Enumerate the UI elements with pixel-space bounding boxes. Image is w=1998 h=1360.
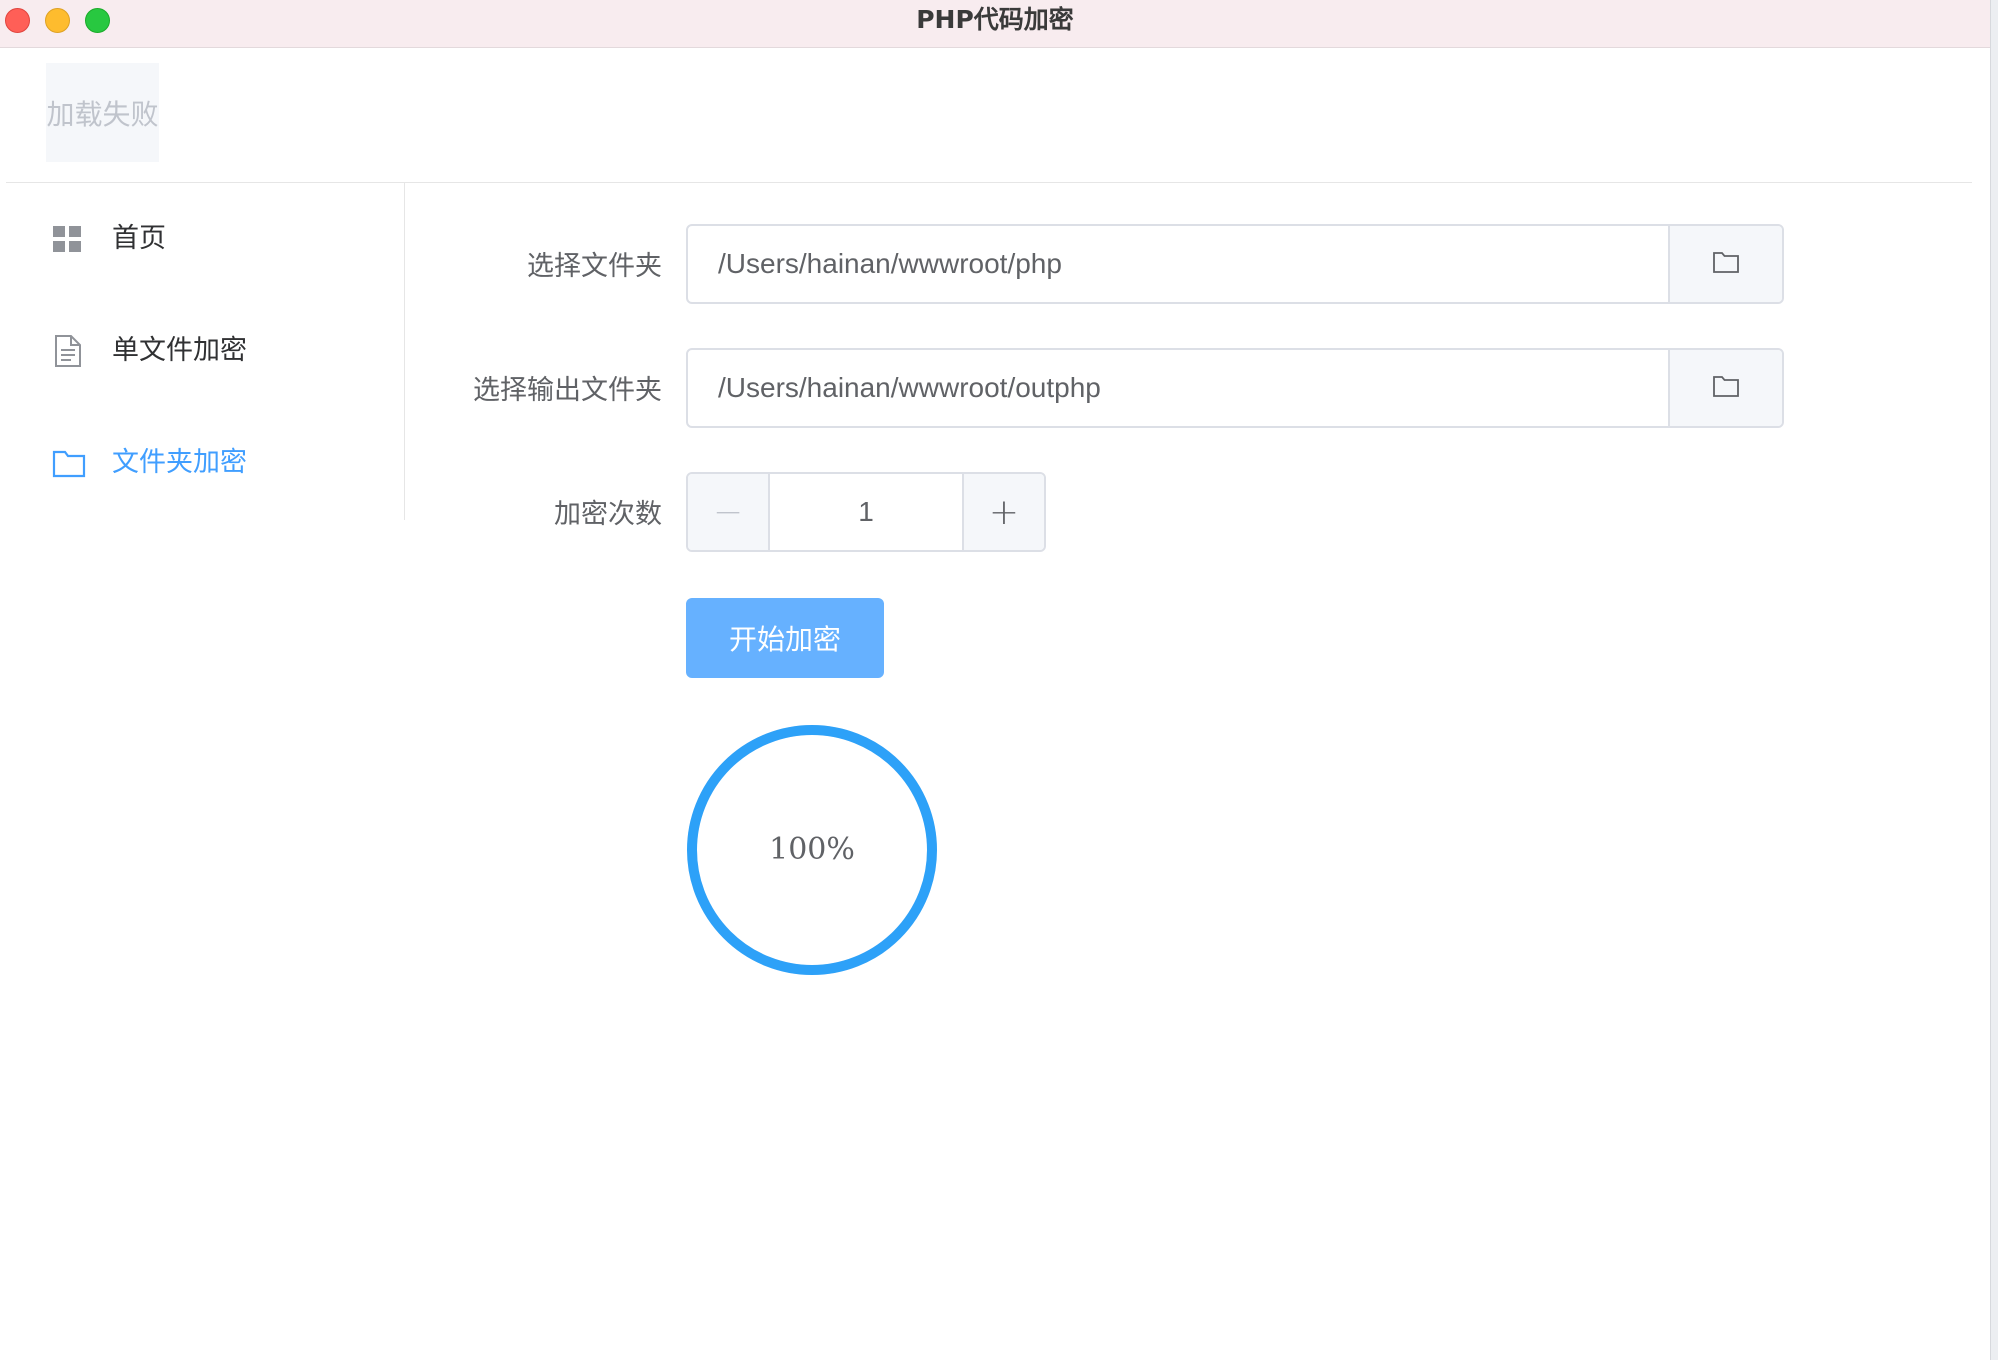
output-folder-field — [686, 348, 1784, 428]
start-encrypt-button[interactable]: 开始加密 — [686, 598, 884, 678]
output-folder-input[interactable] — [688, 350, 1668, 426]
browse-output-folder-button[interactable] — [1668, 350, 1782, 426]
logo-image-placeholder: 加载失败 — [46, 63, 159, 162]
folder-icon — [1712, 250, 1740, 278]
grid-icon — [52, 223, 84, 255]
encrypt-count-label: 加密次数 — [554, 499, 662, 530]
sidebar-item-folder[interactable]: 文件夹加密 — [6, 407, 404, 519]
sidebar-item-label: 首页 — [112, 223, 166, 254]
sidebar-item-label: 单文件加密 — [112, 335, 247, 366]
folder-icon — [1712, 374, 1740, 402]
progress-percentage: 100% — [769, 832, 855, 867]
source-folder-field — [686, 224, 1784, 304]
app-window: PHP代码加密 加载失败 首页 单文件加密 文件夹加密 选择文件夹 /Users… — [0, 0, 1990, 1360]
folder-icon — [52, 447, 86, 479]
sidebar-item-label: 文件夹加密 — [112, 447, 247, 478]
source-folder-label: 选择文件夹 — [527, 251, 662, 282]
app-header: 加载失败 — [6, 48, 1972, 183]
output-folder-label: 选择输出文件夹 — [473, 375, 662, 406]
sidebar-menu: 首页 单文件加密 文件夹加密 — [6, 183, 405, 520]
browse-source-folder-button[interactable] — [1668, 226, 1782, 302]
title-bar: PHP代码加密 — [0, 0, 1990, 48]
progress-circle: 100% — [686, 724, 938, 976]
encrypt-count-input[interactable] — [770, 474, 962, 550]
decrement-button[interactable]: − — [688, 474, 770, 550]
source-folder-input[interactable] — [688, 226, 1668, 302]
sidebar-item-single-file[interactable]: 单文件加密 — [6, 295, 404, 407]
document-icon — [52, 335, 84, 367]
encrypt-count-stepper: − + — [686, 472, 1046, 552]
sidebar-item-home[interactable]: 首页 — [6, 183, 404, 295]
background-window-edge — [1990, 0, 1998, 1360]
increment-button[interactable]: + — [962, 474, 1044, 550]
window-title: PHP代码加密 — [916, 5, 1074, 34]
